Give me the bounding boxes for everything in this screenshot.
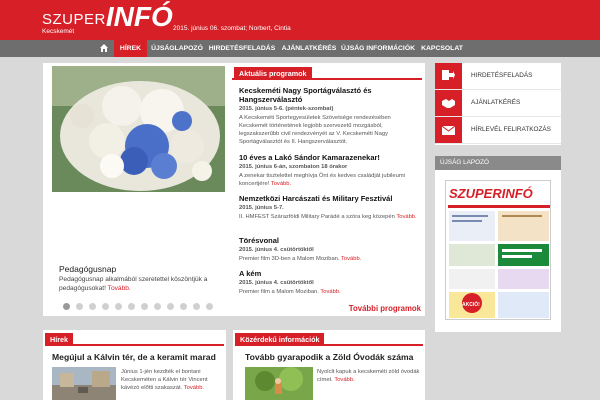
nav-item-ujsaglapozo[interactable]: ÚJSÁGLAPOZÓ — [149, 40, 205, 57]
site-logo[interactable]: SZUPERINFÓ Kecskemét — [42, 3, 173, 36]
slider-dot[interactable] — [154, 303, 161, 310]
featured-title[interactable]: Pedagógusnap — [59, 264, 116, 274]
slider-dot[interactable] — [167, 303, 174, 310]
featured-more-link[interactable]: Tovább. — [108, 285, 131, 292]
program-more-link[interactable]: Tovább. — [341, 256, 361, 262]
newspaper-viewer: ÚJSÁG LAPOZÓ SZUPERINFÓ AKCIÓ! — [435, 156, 561, 332]
slider-dot[interactable] — [76, 303, 83, 310]
news-thumbnail[interactable] — [52, 367, 116, 400]
nav-item-ajanlatkeres[interactable]: AJÁNLATKÉRÉS — [279, 40, 339, 57]
program-more-link[interactable]: Tovább. — [320, 289, 340, 295]
site-header: SZUPERINFÓ Kecskemét 2015. június 06. sz… — [0, 0, 600, 40]
news-text: Június 1-jén kezdték el bontani Kecskemé… — [121, 369, 208, 391]
slider-dot[interactable] — [193, 303, 200, 310]
program-more-link[interactable]: Tovább. — [396, 214, 416, 220]
slider-dot[interactable] — [141, 303, 148, 310]
featured-panel: Pedagógusnap Pedagógusnap alkalmából sze… — [43, 63, 425, 316]
all-programs-link[interactable]: További programok — [349, 304, 421, 313]
public-info-box: Közérdekű információk Tovább gyarapodik … — [233, 330, 425, 400]
handshake-icon — [442, 99, 455, 108]
slider-dot[interactable] — [102, 303, 109, 310]
program-item[interactable]: Nemzetközi Harcászati és Military Feszti… — [239, 194, 419, 221]
nav-item-hirdetesfeladas[interactable]: HIRDETÉSFELADÁS — [207, 40, 277, 57]
side-menu: HIRDETÉSFELADÁS AJÁNLATKÉRÉS HÍRLEVÉL FE… — [435, 63, 561, 145]
public-info-title[interactable]: Tovább gyarapodik a Zöld Óvodák száma — [245, 352, 413, 362]
nav-item-hirek[interactable]: HÍREK — [114, 40, 147, 57]
news-box: Hírek Megújul a Kálvin tér, de a keramit… — [43, 330, 226, 400]
city-label: Kecskemét — [42, 28, 75, 35]
envelope-icon — [442, 125, 455, 135]
public-info-more-link[interactable]: Tovább. — [334, 377, 354, 383]
nav-item-kapcsolat[interactable]: KAPCSOLAT — [417, 40, 467, 57]
cover-logo: SZUPERINFÓ — [449, 186, 533, 201]
slider-dot[interactable] — [180, 303, 187, 310]
home-button[interactable] — [95, 40, 112, 57]
side-item-ajanlatkeres[interactable]: AJÁNLATKÉRÉS — [435, 90, 561, 117]
news-more-link[interactable]: Tovább. — [184, 385, 204, 391]
main-nav: HÍREK ÚJSÁGLAPOZÓ HIRDETÉSFELADÁS AJÁNLA… — [0, 40, 600, 57]
slider-dot[interactable] — [115, 303, 122, 310]
side-item-hirdetesfeladas[interactable]: HIRDETÉSFELADÁS — [435, 63, 561, 90]
slider-dot[interactable] — [89, 303, 96, 310]
news-rule — [45, 344, 224, 346]
program-item[interactable]: 10 éves a Lakó Sándor Kamarazenekar! 201… — [239, 153, 419, 188]
nav-item-ujsag-informaciok[interactable]: ÚJSÁG INFORMÁCIÓK — [341, 40, 415, 57]
newspaper-viewer-heading: ÚJSÁG LAPOZÓ — [435, 156, 561, 170]
date-nameday: 2015. június 06. szombat; Norbert, Cinti… — [173, 25, 291, 32]
program-more-link[interactable]: Tovább. — [271, 181, 291, 187]
featured-text: Pedagógusnap alkalmából szeretettel kösz… — [59, 276, 208, 292]
news-title[interactable]: Megújul a Kálvin tér, de a keramit marad — [52, 352, 216, 362]
program-item[interactable]: Kecskeméti Nagy Sportágválasztó és Hangs… — [239, 86, 419, 146]
program-item[interactable]: Törésvonal 2015. június 4. csütörtöktől … — [239, 236, 419, 263]
side-item-hirlevel[interactable]: HÍRLEVÉL FELIRATKOZÁS — [435, 117, 561, 144]
newspaper-cover[interactable]: SZUPERINFÓ AKCIÓ! — [445, 180, 551, 320]
program-item[interactable]: A kém 2015. június 4. csütörtöktől Premi… — [239, 269, 419, 296]
public-info-thumbnail[interactable] — [245, 367, 313, 400]
public-info-rule — [235, 344, 423, 346]
cover-badge: AKCIÓ! — [462, 300, 480, 308]
public-info-text: Nyolclt kapuk a kecskeméti zöld óvodák c… — [317, 369, 420, 383]
slider-dot[interactable] — [206, 303, 213, 310]
home-icon — [100, 44, 108, 52]
slider-dot[interactable] — [128, 303, 135, 310]
document-arrow-icon — [442, 70, 455, 80]
featured-image[interactable] — [52, 66, 225, 192]
slider-dot[interactable] — [63, 303, 70, 310]
programs-heading: Aktuális programok — [234, 67, 312, 80]
